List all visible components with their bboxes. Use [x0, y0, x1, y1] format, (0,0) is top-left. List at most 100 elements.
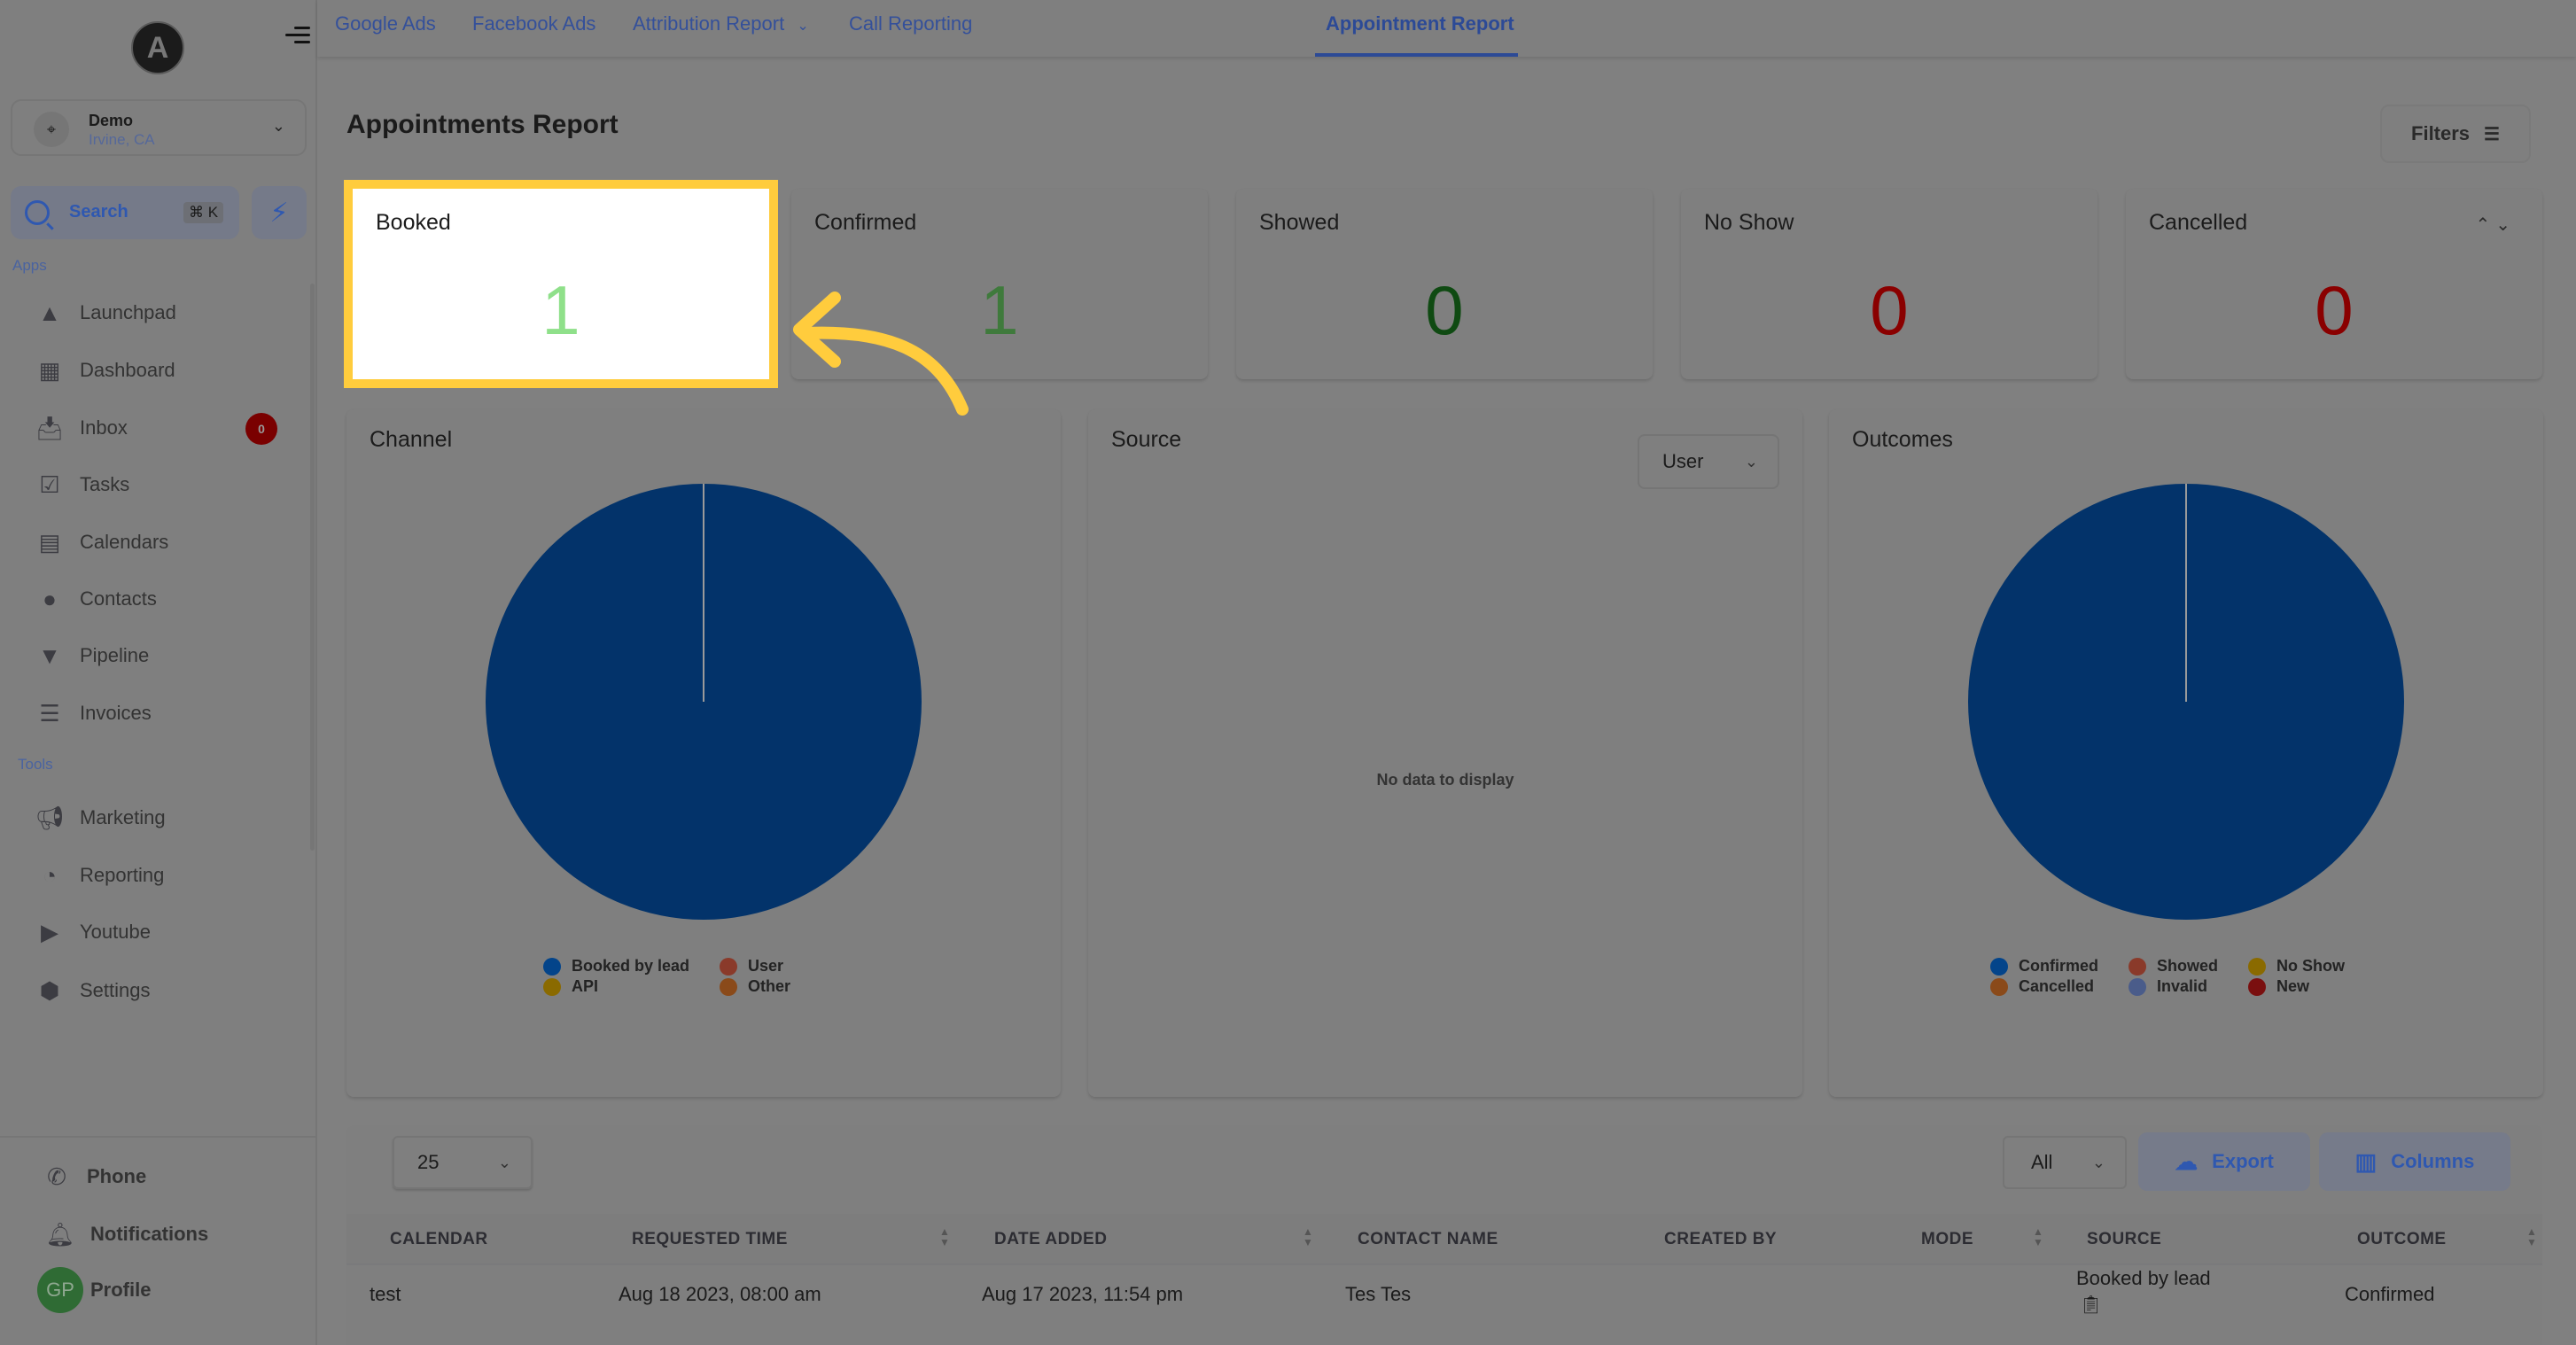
cell-date-added: Aug 17 2023, 11:54 pm [982, 1283, 1184, 1305]
stat-card-cancelled[interactable]: Cancelled ⌃⌄ 0 [2126, 189, 2542, 379]
column-header-requested-time[interactable]: REQUESTED TIME [632, 1230, 788, 1249]
export-label: Export [2212, 1150, 2274, 1172]
sidebar-item-inbox[interactable]: 📥︎ Inbox [35, 408, 128, 447]
column-header-source[interactable]: SOURCE [2087, 1230, 2161, 1249]
search-icon [25, 200, 50, 225]
pie-icon: ◔ [43, 861, 57, 889]
legend-label: API [572, 977, 599, 995]
sidebar-item-marketing[interactable]: 📢︎ Marketing [35, 798, 166, 837]
sidebar-item-profile[interactable]: GP Profile [37, 1265, 151, 1315]
legend-swatch [2248, 977, 2267, 996]
sidebar-item-label: Contacts [80, 587, 157, 610]
export-button[interactable]: ☁ Export [2138, 1132, 2310, 1191]
tab-call-reporting[interactable]: Call Reporting [849, 12, 972, 35]
stat-label: No Show [1704, 210, 1794, 235]
sidebar: A ⌖ Demo Irvine, CA ⌄ Search ⌘ K ⚡︎ Apps… [0, 0, 317, 1345]
stat-card-showed[interactable]: Showed 0 [1236, 189, 1653, 379]
collapse-toggle[interactable]: ⌃⌄ [2475, 214, 2516, 236]
sidebar-item-label: Reporting [80, 864, 165, 886]
filters-button[interactable]: Filters ☰ [2380, 105, 2531, 163]
sidebar-item-settings[interactable]: ⬢ Settings [35, 971, 151, 1010]
legend-swatch [543, 977, 561, 996]
cloud-download-icon: ☁ [2175, 1147, 2199, 1175]
collapse-sidebar-icon[interactable] [285, 23, 310, 48]
column-header-date-added[interactable]: DATE ADDED [994, 1230, 1107, 1249]
legend-swatch [543, 957, 561, 976]
sidebar-item-tasks[interactable]: ☑ Tasks [35, 465, 129, 504]
clipboard-check-icon: ☑ [39, 470, 60, 498]
cell-contact-name[interactable]: Tes Tes [1345, 1283, 1411, 1306]
legend-item-no-show[interactable]: No Show [2248, 957, 2345, 976]
stat-value: 0 [2315, 271, 2354, 349]
person-icon: ● [43, 585, 57, 612]
sort-icon[interactable]: ▲ ▼ [2526, 1226, 2537, 1248]
cell-requested-time: Aug 18 2023, 08:00 am [619, 1283, 821, 1305]
column-header-calendar[interactable]: CALENDAR [390, 1230, 488, 1249]
page-size-select[interactable]: 25 ⌄ [393, 1136, 533, 1189]
sidebar-item-invoices[interactable]: ☰ Invoices [35, 694, 151, 733]
tab-appointment-report[interactable]: Appointment Report [1326, 12, 1514, 35]
stat-card-confirmed[interactable]: Confirmed 1 [791, 189, 1208, 379]
columns-button[interactable]: ▥ Columns [2319, 1132, 2510, 1191]
sidebar-item-pipeline[interactable]: ▼ Pipeline [35, 636, 149, 675]
stat-value: 0 [1870, 271, 1909, 349]
columns-label: Columns [2391, 1150, 2475, 1172]
legend-label: New [2276, 977, 2310, 995]
legend-item-user[interactable]: User [720, 957, 790, 976]
legend-item-api[interactable]: API [543, 977, 689, 996]
channel-pie-chart [486, 484, 922, 920]
legend-item-other[interactable]: Other [720, 977, 790, 996]
sidebar-scrollbar[interactable] [310, 284, 315, 851]
gear-icon: ⬢ [39, 976, 60, 1004]
legend-label: Confirmed [2019, 957, 2098, 975]
sidebar-item-dashboard[interactable]: ▦ Dashboard [35, 351, 175, 390]
sidebar-item-notifications[interactable]: 🔔︎ Notifications [45, 1215, 209, 1254]
legend-item-cancelled[interactable]: Cancelled [1990, 977, 2098, 996]
tab-google-ads[interactable]: Google Ads [335, 12, 436, 35]
sort-icon[interactable]: ▲ ▼ [939, 1226, 950, 1248]
app-logo[interactable]: A [131, 21, 184, 74]
bell-icon: 🔔︎ [45, 1220, 75, 1248]
stat-card-booked[interactable]: Booked 1 [344, 180, 778, 388]
legend-item-invalid[interactable]: Invalid [2129, 977, 2218, 996]
sidebar-item-reporting[interactable]: ◔ Reporting [35, 856, 164, 895]
legend-item-showed[interactable]: Showed [2129, 957, 2218, 976]
legend-label: Other [748, 977, 791, 995]
tab-attribution-report[interactable]: Attribution Report ⌄ [633, 12, 809, 35]
tab-facebook-ads[interactable]: Facebook Ads [472, 12, 595, 35]
column-header-contact-name[interactable]: CONTACT NAME [1358, 1230, 1498, 1249]
sidebar-item-launchpad[interactable]: ▲ Launchpad [35, 293, 176, 332]
sidebar-item-label: Dashboard [80, 359, 175, 381]
sidebar-item-phone[interactable]: ✆ Phone [43, 1157, 146, 1196]
stat-value: 1 [980, 271, 1019, 349]
play-icon: ▶ [41, 918, 58, 945]
sidebar-item-calendars[interactable]: ▤ Calendars [35, 523, 169, 562]
legend-swatch [2129, 957, 2146, 976]
legend-swatch [2248, 957, 2267, 976]
legend-item-confirmed[interactable]: Confirmed [1990, 957, 2098, 976]
legend-label: Booked by lead [572, 957, 690, 975]
stat-value: 1 [541, 271, 580, 349]
column-header-outcome[interactable]: OUTCOME [2357, 1230, 2447, 1249]
location-name: Demo [89, 112, 134, 129]
stat-label: Cancelled [2149, 210, 2248, 235]
search-button[interactable]: Search ⌘ K [11, 186, 239, 239]
row-filter-select[interactable]: All ⌄ [2003, 1136, 2127, 1189]
logo-letter: A [146, 30, 169, 65]
source-type-select[interactable]: User ⌄ [1638, 434, 1779, 489]
sidebar-item-contacts[interactable]: ● Contacts [35, 579, 157, 618]
location-switcher[interactable]: ⌖ Demo Irvine, CA ⌄ [11, 99, 307, 156]
cell-calendar: test [370, 1283, 401, 1305]
legend-item-new[interactable]: New [2248, 977, 2345, 996]
column-header-created-by[interactable]: CREATED BY [1664, 1230, 1777, 1249]
column-header-mode[interactable]: MODE [1921, 1230, 1973, 1249]
sort-icon[interactable]: ▲ ▼ [1303, 1226, 1313, 1248]
sliders-icon: ☰ [2484, 124, 2500, 144]
sort-icon[interactable]: ▲ ▼ [2033, 1226, 2043, 1248]
legend-item-booked-by-lead[interactable]: Booked by lead [543, 957, 689, 976]
sidebar-item-youtube[interactable]: ▶ Youtube [35, 913, 151, 952]
clipboard-icon[interactable]: 📋︎ [2080, 1294, 2102, 1316]
quick-actions-button[interactable]: ⚡︎ [252, 186, 307, 239]
stat-card-no-show[interactable]: No Show 0 [1681, 189, 2097, 379]
stat-value: 0 [1425, 271, 1464, 349]
